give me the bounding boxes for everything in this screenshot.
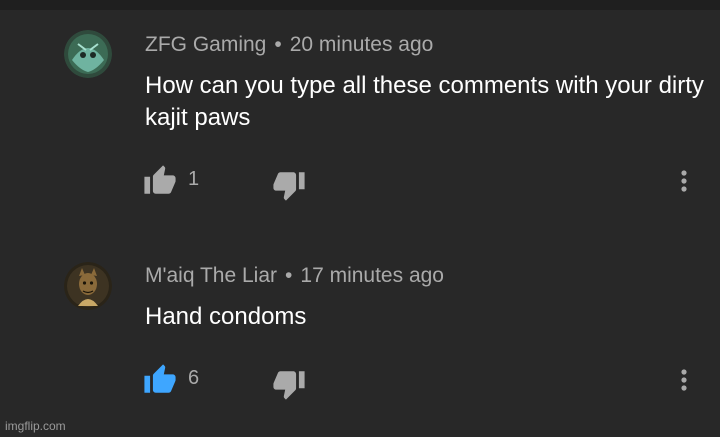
comment-actions: 1	[0, 164, 720, 204]
comment-timestamp[interactable]: 17 minutes ago	[300, 264, 444, 287]
meta-separator: •	[274, 33, 282, 56]
like-button[interactable]	[143, 164, 177, 198]
comment-meta: M'aiq The Liar • 17 minutes ago	[145, 264, 444, 288]
comment-meta: ZFG Gaming • 20 minutes ago	[145, 33, 433, 57]
meta-separator: •	[285, 264, 293, 287]
thumbs-down-icon	[273, 371, 305, 400]
more-vert-icon	[681, 369, 687, 391]
dislike-button[interactable]	[272, 168, 306, 202]
thumbs-up-icon	[144, 364, 176, 393]
comment-author[interactable]: ZFG Gaming	[145, 33, 266, 56]
more-options-button[interactable]	[674, 363, 694, 397]
commenter-avatar[interactable]	[64, 30, 112, 78]
comment-author[interactable]: M'aiq The Liar	[145, 264, 277, 287]
comment-timestamp[interactable]: 20 minutes ago	[290, 33, 434, 56]
thumbs-down-icon	[273, 172, 305, 201]
like-count: 6	[188, 367, 200, 389]
more-options-button[interactable]	[674, 164, 694, 198]
more-vert-icon	[681, 170, 687, 192]
thumbs-up-icon	[144, 165, 176, 194]
like-button[interactable]	[143, 363, 177, 397]
zfg-avatar-icon	[64, 30, 112, 78]
like-count: 1	[188, 168, 200, 190]
maiq-avatar-icon	[64, 262, 112, 310]
comment-actions: 6	[0, 363, 720, 403]
commenter-avatar[interactable]	[64, 262, 112, 310]
imgflip-watermark: imgflip.com	[5, 419, 66, 433]
comment-text: How can you type all these comments with…	[145, 72, 704, 131]
comment-text: Hand condoms	[145, 303, 307, 330]
top-strip	[0, 0, 720, 10]
dislike-button[interactable]	[272, 367, 306, 401]
